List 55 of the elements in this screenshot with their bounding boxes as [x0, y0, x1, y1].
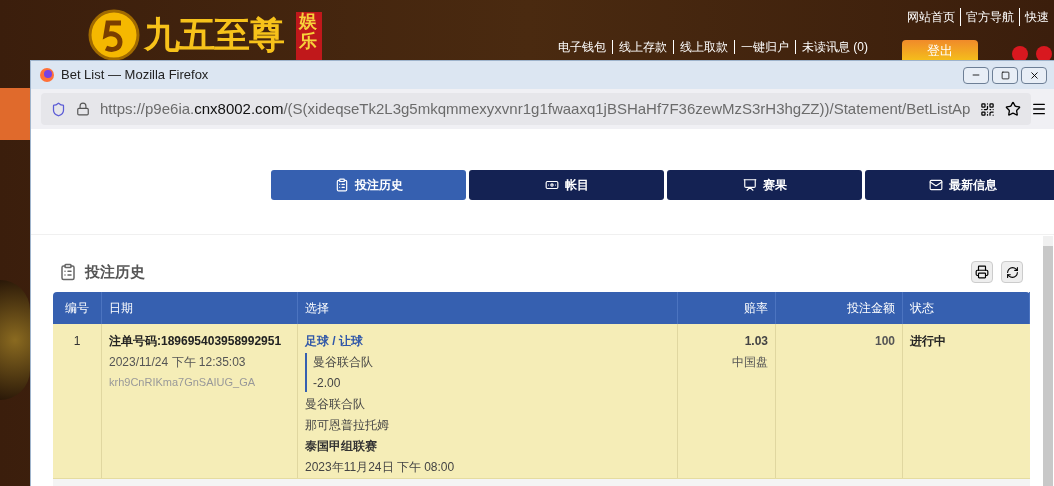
- maximize-icon: [1000, 70, 1010, 80]
- lock-icon: [76, 102, 90, 116]
- logo-icon: [88, 9, 140, 61]
- close-icon: [1028, 69, 1040, 81]
- brand-badge: 娱乐: [296, 12, 323, 60]
- clipboard-icon: [334, 177, 349, 192]
- odds-type: 中国盘: [732, 354, 768, 371]
- bookmark-star-icon[interactable]: [1005, 101, 1022, 117]
- top-link[interactable]: 官方导航: [960, 8, 1019, 26]
- bet-status: 进行中: [910, 334, 946, 348]
- menu-icon[interactable]: [1031, 101, 1047, 117]
- nav-link[interactable]: 电子钱包: [552, 40, 612, 54]
- nav-tab[interactable]: 投注历史: [271, 169, 466, 200]
- row-number: 1: [73, 334, 81, 348]
- bet-code: krh9CnRIKma7GnSAIUG_GA: [109, 375, 256, 390]
- nav-tab[interactable]: 帐目: [469, 169, 664, 200]
- odds-value: 1.03: [744, 333, 768, 350]
- window-title: Bet List — Mozilla Firefox: [61, 66, 209, 85]
- picked-team: 曼谷联合队: [313, 354, 373, 371]
- section-title: 投注历史: [85, 261, 145, 282]
- minimize-button[interactable]: [963, 66, 989, 84]
- home-team: 曼谷联合队: [305, 396, 365, 413]
- refresh-button[interactable]: [1001, 261, 1023, 283]
- close-button[interactable]: [1021, 66, 1047, 84]
- nav-tab[interactable]: 最新信息: [865, 169, 1054, 200]
- print-button[interactable]: [971, 261, 993, 283]
- nav-link[interactable]: 线上存款: [612, 40, 673, 54]
- shield-icon: [51, 101, 66, 117]
- maximize-button[interactable]: [992, 66, 1018, 84]
- nav-tab[interactable]: 赛果: [667, 169, 862, 200]
- bet-type: 足球 / 让球: [305, 333, 363, 350]
- refresh-icon: [1005, 265, 1019, 279]
- clipboard-icon: [59, 263, 77, 281]
- brand-name: 九五至尊: [144, 13, 285, 57]
- qr-code-icon[interactable]: [980, 101, 996, 117]
- top-link[interactable]: 网站首页: [902, 8, 960, 26]
- promo-strip: [0, 88, 30, 140]
- handicap: -2.00: [313, 375, 341, 392]
- browser-logo-icon: [39, 67, 55, 83]
- ticket-number: 注单号码:189695403958992951: [109, 333, 282, 350]
- nav-link[interactable]: 一键归户: [734, 40, 795, 54]
- printer-icon: [975, 265, 989, 279]
- bet-time: 2023/11/24 下午 12:35:03: [109, 354, 246, 371]
- top-link[interactable]: 快速: [1019, 8, 1054, 26]
- away-team: 那可恩普拉托姆: [305, 417, 389, 434]
- stake-amount: 100: [874, 333, 895, 350]
- league-name: 泰国甲组联赛: [305, 438, 377, 455]
- nav-link[interactable]: 未读讯息 (0): [795, 40, 874, 54]
- scrollbar-thumb[interactable]: [1043, 246, 1053, 486]
- address-bar[interactable]: https://p9e6ia.cnx8002.com/(S(xideqseTk2L3g5mkqmmexyxvnr1g1fwaaxq1jBSHaHf7F36zewMzS3rH3hgZZ))/Statement/BetListAp: [41, 93, 1032, 125]
- match-time: 2023年11月24日 下午 08:00: [305, 459, 455, 476]
- board-icon: [742, 177, 757, 192]
- url-text: https://p9e6ia.cnx8002.com/(S(xideqseTk2L3g5mkqmmexyxvnr1g1fwaaxq1jBSHaHf7F36zewMzS3rH3hgZZ))/Statement/BetListAp: [100, 98, 971, 119]
- mail-icon: [928, 177, 943, 192]
- nav-link[interactable]: 线上取款: [673, 40, 734, 54]
